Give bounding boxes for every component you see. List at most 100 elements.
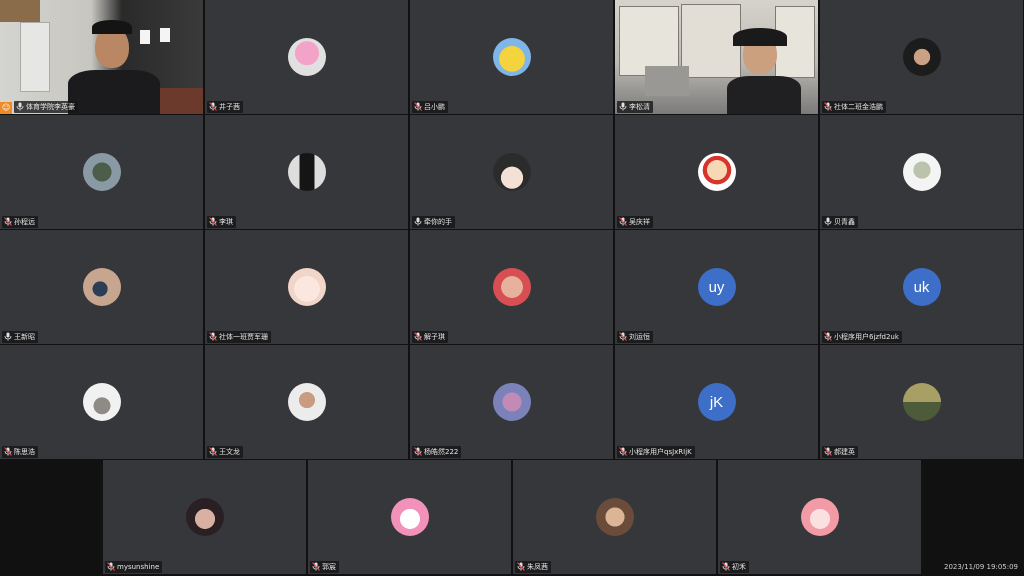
participant-nameplate: mysunshine	[105, 561, 163, 573]
participant-row: 王新昭 社体一班贾军珊 解子琪 uy 刘运恒 uk 小程序用户6jzfd2uk	[0, 230, 1023, 344]
participant-tile[interactable]: 贝青鑫	[820, 115, 1023, 229]
avatar-image	[902, 153, 941, 191]
participant-name: mysunshine	[117, 563, 160, 571]
participant-nameplate: 李琪	[207, 216, 236, 228]
avatar-image	[595, 498, 634, 536]
participant-nameplate: 体育学院李英豪	[14, 101, 78, 113]
mic-icon	[824, 217, 832, 228]
participant-tile[interactable]: uy 刘运恒	[615, 230, 818, 344]
mic-muted-icon	[209, 216, 217, 228]
participant-tile[interactable]: 朱凤茜	[513, 460, 716, 574]
mic-muted-icon	[414, 446, 422, 458]
initials-avatar: uk	[902, 268, 941, 306]
participant-nameplate: 刘运恒	[617, 331, 653, 343]
participant-nameplate: 井子茜	[207, 101, 243, 113]
participant-tile[interactable]: 王文龙	[205, 345, 408, 459]
participant-nameplate: 郝建英	[822, 446, 858, 458]
participant-name: 郭宸	[322, 563, 336, 571]
participant-nameplate: 吕小鹏	[412, 101, 448, 113]
host-user-icon: ☺	[0, 102, 12, 114]
participant-nameplate: 社体二班金浩鹏	[822, 101, 886, 113]
participant-tile[interactable]: 李松清	[615, 0, 818, 114]
avatar-image	[492, 268, 531, 306]
mic-muted-icon	[312, 561, 320, 573]
mic-icon	[414, 217, 422, 228]
participant-name: 社体一班贾军珊	[219, 333, 268, 341]
participant-tile[interactable]: 孙程远	[0, 115, 203, 229]
mic-muted-icon	[414, 101, 422, 113]
participant-name: 朱凤茜	[527, 563, 548, 571]
avatar-image	[800, 498, 839, 536]
participant-tile[interactable]: 郭宸	[308, 460, 511, 574]
avatar-image	[287, 268, 326, 306]
participant-name: 吕小鹏	[424, 103, 445, 111]
initials-avatar: uy	[697, 268, 736, 306]
participant-tile[interactable]: 解子琪	[410, 230, 613, 344]
participant-nameplate: 小程序用户6jzfd2uk	[822, 331, 902, 343]
participant-tile[interactable]: 陈思浩	[0, 345, 203, 459]
participant-name: 牵你的手	[424, 218, 452, 226]
participant-name: 王文龙	[219, 448, 240, 456]
participant-nameplate: 吴庆祥	[617, 216, 653, 228]
participant-tile[interactable]: 杨皓然222	[410, 345, 613, 459]
participant-tile[interactable]: 吕小鹏	[410, 0, 613, 114]
participant-tile[interactable]: 吴庆祥	[615, 115, 818, 229]
participant-nameplate: 牵你的手	[412, 216, 455, 228]
participant-name: 贝青鑫	[834, 218, 855, 226]
participant-tile[interactable]: mysunshine	[103, 460, 306, 574]
participant-tile[interactable]: uk 小程序用户6jzfd2uk	[820, 230, 1023, 344]
mic-muted-icon	[619, 446, 627, 458]
participant-tile[interactable]: 牵你的手	[410, 115, 613, 229]
participant-row: 孙程远 李琪 牵你的手 吴庆祥 贝青鑫	[0, 115, 1023, 229]
participant-name: 杨皓然222	[424, 448, 459, 456]
mic-muted-icon	[619, 216, 627, 228]
participant-row: ☺ 体育学院李英豪 井子茜 吕小鹏 李松清 社体二班金浩鹏	[0, 0, 1023, 114]
participant-tile[interactable]: 郝建英	[820, 345, 1023, 459]
participant-name: 李松清	[629, 103, 650, 111]
participant-name: 井子茜	[219, 103, 240, 111]
video-feed	[615, 0, 818, 114]
participant-name: 刘运恒	[629, 333, 650, 341]
participant-nameplate: 初禾	[720, 561, 749, 573]
participant-tile[interactable]: 王新昭	[0, 230, 203, 344]
mic-muted-icon	[824, 331, 832, 343]
participant-name: 小程序用户6jzfd2uk	[834, 333, 899, 341]
mic-muted-icon	[824, 446, 832, 458]
participant-name: 社体二班金浩鹏	[834, 103, 883, 111]
avatar-image	[390, 498, 429, 536]
avatar-image	[287, 38, 326, 76]
avatar-image	[287, 383, 326, 421]
participant-tile[interactable]: 李琪	[205, 115, 408, 229]
mic-muted-icon	[209, 101, 217, 113]
mic-muted-icon	[4, 216, 12, 228]
participant-name: 孙程远	[14, 218, 35, 226]
mic-muted-icon	[722, 561, 730, 573]
participant-name: 李琪	[219, 218, 233, 226]
participant-tile[interactable]: ☺ 体育学院李英豪	[0, 0, 203, 114]
participant-nameplate: 小程序用户qsJxRIjK	[617, 446, 695, 458]
participant-tile[interactable]: 社体二班金浩鹏	[820, 0, 1023, 114]
avatar-image	[287, 153, 326, 191]
participant-row: mysunshine 郭宸 朱凤茜 初禾	[103, 460, 921, 574]
participant-nameplate: 王文龙	[207, 446, 243, 458]
avatar-image	[902, 38, 941, 76]
participant-tile[interactable]: 井子茜	[205, 0, 408, 114]
participant-nameplate: 解子琪	[412, 331, 448, 343]
mic-muted-icon	[107, 561, 115, 573]
participant-nameplate: 李松清	[617, 101, 653, 113]
mic-icon	[619, 102, 627, 113]
participant-nameplate: 朱凤茜	[515, 561, 551, 573]
participant-tile[interactable]: 社体一班贾军珊	[205, 230, 408, 344]
participant-tile[interactable]: 初禾	[718, 460, 921, 574]
initials-avatar: jK	[697, 383, 736, 421]
participant-name: 解子琪	[424, 333, 445, 341]
mic-icon	[4, 332, 12, 343]
participant-nameplate: 郭宸	[310, 561, 339, 573]
participant-name: 郝建英	[834, 448, 855, 456]
participant-nameplate: 王新昭	[2, 331, 38, 343]
participant-name: 小程序用户qsJxRIjK	[629, 448, 692, 456]
avatar-image	[492, 383, 531, 421]
participant-tile[interactable]: jK 小程序用户qsJxRIjK	[615, 345, 818, 459]
avatar-image	[82, 268, 121, 306]
participant-nameplate: 陈思浩	[2, 446, 38, 458]
